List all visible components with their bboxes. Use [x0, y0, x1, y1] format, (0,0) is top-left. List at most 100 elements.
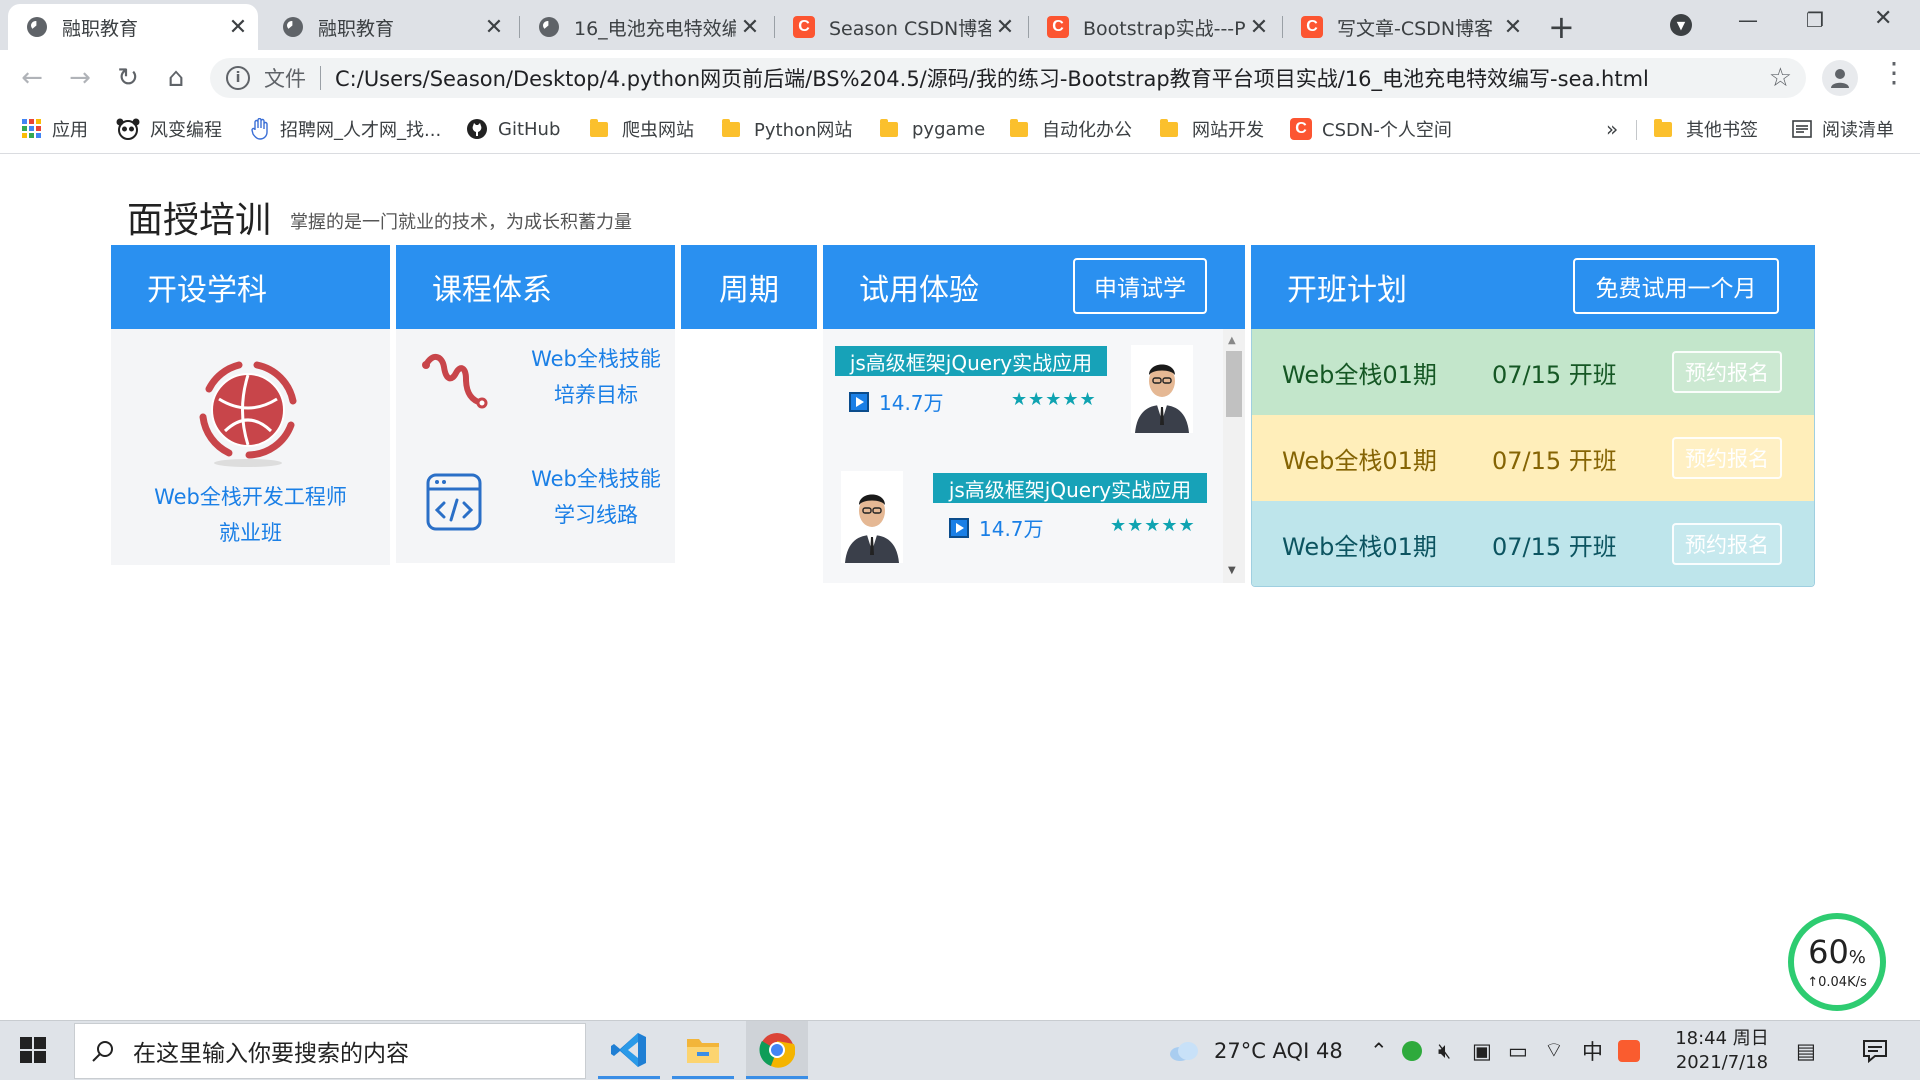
- minimize-button[interactable]: —: [1738, 8, 1758, 32]
- bookmark-label: Python网站: [754, 120, 853, 141]
- tab-write-article[interactable]: C 写文章-CSDN博客 ✕: [1283, 4, 1533, 50]
- action-center-icon[interactable]: [1862, 1021, 1888, 1081]
- github-icon: [466, 118, 488, 140]
- close-tab-icon[interactable]: ✕: [480, 15, 508, 40]
- reserve-button[interactable]: 预约报名: [1672, 437, 1782, 479]
- curriculum-item-route[interactable]: Web全栈技能 学习线路: [516, 461, 676, 533]
- wifi-icon[interactable]: ⌔: [1544, 1021, 1564, 1081]
- weather-widget[interactable]: 27°C AQI 48: [1168, 1021, 1343, 1081]
- speed-rate: ↑0.04K/s: [1807, 974, 1867, 990]
- maximize-button[interactable]: ❐: [1806, 8, 1824, 32]
- forward-arrow-icon[interactable]: →: [62, 60, 98, 96]
- taskbar-search-box[interactable]: 在这里输入你要搜索的内容: [74, 1023, 586, 1079]
- play-icon: [849, 391, 869, 412]
- tab-battery-effect[interactable]: 16_电池充电特效编 ✕: [520, 4, 770, 50]
- vertical-scrollbar[interactable]: ▲ ▼: [1223, 329, 1245, 583]
- network-speed-widget[interactable]: 60% ↑0.04K/s: [1788, 913, 1886, 1011]
- bookmark-fengbian[interactable]: 风变编程: [116, 114, 222, 144]
- battery-icon[interactable]: ▭: [1508, 1021, 1528, 1081]
- search-placeholder: 在这里输入你要搜索的内容: [133, 1041, 409, 1067]
- folder-icon: [1010, 118, 1028, 137]
- tab-bootstrap[interactable]: C Bootstrap实战---P ✕: [1029, 4, 1279, 50]
- notes-tray-icon[interactable]: ▤: [1796, 1021, 1816, 1081]
- scrollbar-thumb[interactable]: [1226, 351, 1242, 417]
- back-arrow-icon[interactable]: ←: [14, 60, 50, 96]
- fullstack-course-link[interactable]: Web全栈开发工程师 就业班: [111, 479, 390, 551]
- close-window-button[interactable]: ✕: [1874, 6, 1892, 31]
- more-bookmarks-button[interactable]: »: [1606, 114, 1618, 144]
- reload-icon[interactable]: ↻: [110, 60, 146, 96]
- volume-muted-icon[interactable]: 🔇︎: [1438, 1021, 1451, 1081]
- bookmark-folder-spider[interactable]: 爬虫网站: [590, 114, 694, 144]
- home-icon[interactable]: ⌂: [158, 60, 194, 96]
- close-tab-icon[interactable]: ✕: [736, 15, 764, 40]
- plan-header: 开班计划 免费试用一个月: [1251, 245, 1815, 329]
- bookmark-zhaopin[interactable]: 招聘网_人才网_找...: [250, 114, 441, 144]
- bookmark-label: 网站开发: [1192, 120, 1264, 141]
- tab-rongzhi-1[interactable]: 融职教育 ✕: [8, 4, 258, 50]
- sogou-ime-icon[interactable]: [1618, 1021, 1640, 1081]
- bookmark-apps[interactable]: 应用: [22, 114, 88, 144]
- course-globe-icon[interactable]: [189, 351, 307, 469]
- speed-percent: 60%: [1808, 932, 1866, 971]
- teacher-avatar: [841, 471, 903, 563]
- folder-icon: [880, 118, 898, 137]
- tray-app-icon[interactable]: ▣: [1472, 1021, 1492, 1081]
- rating-stars: ★★★★★: [1110, 515, 1196, 536]
- apply-trial-button[interactable]: 申请试学: [1073, 258, 1207, 314]
- chrome-icon[interactable]: [746, 1021, 808, 1079]
- subjects-header: 开设学科: [111, 245, 390, 329]
- tab-rongzhi-2[interactable]: 融职教育 ✕: [264, 4, 514, 50]
- plan-name: Web全栈01期: [1282, 532, 1437, 561]
- curriculum-item-goal[interactable]: Web全栈技能 培养目标: [516, 341, 676, 413]
- csdn-icon: C: [793, 16, 815, 38]
- bookmark-folder-webdev[interactable]: 网站开发: [1160, 114, 1264, 144]
- close-tab-icon[interactable]: ✕: [1245, 15, 1273, 40]
- tab-search-icon[interactable]: ▼: [1670, 14, 1692, 36]
- browser-menu-icon[interactable]: ⋮: [1880, 56, 1908, 89]
- folder-icon: [590, 118, 608, 137]
- reserve-button[interactable]: 预约报名: [1672, 351, 1782, 393]
- vscode-icon[interactable]: [598, 1021, 660, 1079]
- file-explorer-icon[interactable]: [672, 1021, 734, 1079]
- scroll-down-icon[interactable]: ▼: [1228, 565, 1236, 576]
- clock[interactable]: 18:44 周日 2021/7/18: [1662, 1027, 1782, 1075]
- close-tab-icon[interactable]: ✕: [991, 15, 1019, 40]
- windows-start-icon[interactable]: [20, 1037, 46, 1067]
- bookmark-github[interactable]: GitHub: [466, 114, 560, 144]
- security-tray-icon[interactable]: [1402, 1021, 1422, 1081]
- address-bar[interactable]: i 文件 C:/Users/Season/Desktop/4.python网页前…: [210, 58, 1806, 98]
- close-tab-icon[interactable]: ✕: [1499, 15, 1527, 40]
- ime-indicator[interactable]: 中: [1582, 1021, 1603, 1081]
- period-header: 周期: [681, 245, 817, 329]
- plan-date: 07/15 开班: [1492, 360, 1617, 389]
- course-title-tag[interactable]: js高级框架jQuery实战应用: [835, 346, 1107, 376]
- bookmark-folder-pygame[interactable]: pygame: [880, 114, 985, 144]
- trial-scroll-panel[interactable]: js高级框架jQuery实战应用 14.7万 ★★★★★ js高级框架jQuer…: [823, 329, 1245, 583]
- other-bookmarks-folder[interactable]: 其他书签: [1654, 114, 1758, 144]
- bookmark-star-icon[interactable]: ☆: [1769, 63, 1792, 93]
- section-title: 面授培训: [127, 200, 272, 241]
- plan-name: Web全栈01期: [1282, 446, 1437, 475]
- scheme-label: 文件: [264, 67, 306, 91]
- curriculum-header-label: 课程体系: [432, 273, 552, 308]
- reserve-button[interactable]: 预约报名: [1672, 523, 1782, 565]
- course-title-tag[interactable]: js高级框架jQuery实战应用: [933, 473, 1207, 503]
- profile-icon[interactable]: [1822, 60, 1858, 96]
- csdn-icon: C: [1047, 16, 1069, 38]
- bookmark-folder-python[interactable]: Python网站: [722, 114, 852, 144]
- scroll-up-icon[interactable]: ▲: [1228, 335, 1236, 346]
- reading-list-button[interactable]: 阅读清单: [1792, 114, 1894, 144]
- tab-season-csdn[interactable]: C Season CSDN博客 ✕: [775, 4, 1025, 50]
- bookmark-csdn-space[interactable]: C CSDN-个人空间: [1290, 114, 1452, 144]
- bookmark-folder-automation[interactable]: 自动化办公: [1010, 114, 1132, 144]
- site-info-icon[interactable]: i: [226, 66, 250, 90]
- url-text[interactable]: C:/Users/Season/Desktop/4.python网页前后端/BS…: [335, 63, 1769, 93]
- free-trial-month-button[interactable]: 免费试用一个月: [1573, 258, 1779, 314]
- curriculum-item-line1: Web全栈技能: [531, 467, 661, 491]
- show-hidden-icons-chevron-icon[interactable]: ⌃: [1370, 1021, 1388, 1081]
- curriculum-item-line2: 学习线路: [554, 503, 638, 527]
- close-tab-icon[interactable]: ✕: [224, 15, 252, 40]
- new-tab-button[interactable]: +: [1548, 8, 1575, 46]
- plan-date: 07/15 开班: [1492, 446, 1617, 475]
